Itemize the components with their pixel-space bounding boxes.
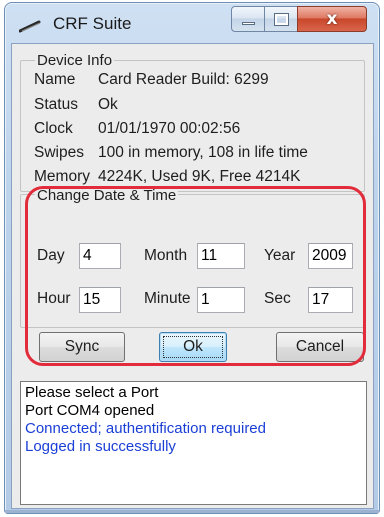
info-label: Swipes (34, 144, 84, 161)
device-info-legend: Device Info (35, 52, 115, 69)
info-value: Card Reader Build: 6299 (98, 71, 269, 88)
cancel-button[interactable]: Cancel (276, 332, 364, 362)
sec-field[interactable]: 17 (308, 287, 353, 313)
log-line: Port COM4 opened (25, 402, 155, 419)
month-label: Month (144, 247, 188, 264)
day-label: Day (37, 247, 65, 264)
focus-rectangle (163, 336, 223, 358)
month-field[interactable]: 11 (197, 243, 245, 269)
hour-label: Hour (37, 290, 71, 307)
info-value: Ok (98, 96, 118, 113)
status-log[interactable]: Please select a Port Port COM4 opened Co… (20, 381, 367, 505)
app-logo-icon (19, 19, 41, 33)
info-value: 01/01/1970 00:02:56 (98, 120, 241, 137)
client-area: Device Info Name Card Reader Build: 6299… (11, 43, 374, 509)
close-button[interactable]: x (297, 6, 367, 32)
window-title: CRF Suite (53, 14, 132, 33)
log-line: Logged in successfully (25, 438, 176, 455)
year-field[interactable]: 2009 (308, 243, 353, 269)
app-window: CRF Suite x Device Info Name Card Reader… (4, 2, 380, 514)
minute-label: Minute (144, 290, 191, 307)
change-date-time-legend: Change Date & Time (35, 187, 179, 204)
info-row-status: Status Ok (34, 96, 118, 114)
maximize-button[interactable] (264, 6, 298, 32)
info-label: Memory (34, 168, 90, 185)
log-line: Please select a Port (25, 384, 159, 401)
close-icon: x (326, 9, 338, 29)
info-row-swipes: Swipes 100 in memory, 108 in life time (34, 144, 308, 162)
minimize-icon (242, 22, 255, 25)
log-line: Connected; authentification required (25, 420, 266, 437)
info-value: 4224K, Used 9K, Free 4214K (98, 168, 301, 185)
info-row-clock: Clock 01/01/1970 00:02:56 (34, 120, 240, 138)
info-row-memory: Memory 4224K, Used 9K, Free 4214K (34, 168, 301, 186)
ok-button[interactable]: Ok (159, 332, 227, 362)
minute-field[interactable]: 1 (197, 287, 245, 313)
sync-button[interactable]: Sync (39, 332, 125, 362)
info-value: 100 in memory, 108 in life time (98, 144, 308, 161)
sec-label: Sec (264, 290, 291, 307)
info-label: Clock (34, 120, 73, 137)
info-label: Status (34, 96, 78, 113)
info-label: Name (34, 71, 76, 88)
info-row-name: Name Card Reader Build: 6299 (34, 71, 269, 89)
hour-field[interactable]: 15 (79, 287, 121, 313)
year-label: Year (264, 247, 296, 264)
minimize-button[interactable] (231, 6, 265, 32)
maximize-icon (274, 13, 289, 26)
window-bottom-border (5, 510, 379, 513)
device-info-group: Device Info Name Card Reader Build: 6299… (20, 52, 365, 192)
day-field[interactable]: 4 (79, 243, 121, 269)
title-bar[interactable]: CRF Suite x (5, 3, 379, 41)
